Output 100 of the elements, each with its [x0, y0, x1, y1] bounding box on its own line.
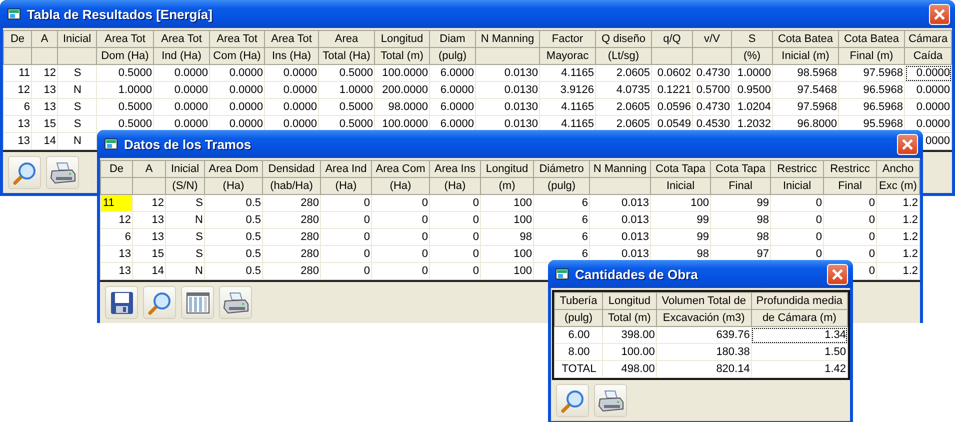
table-cell[interactable]: 14: [132, 262, 166, 280]
table-cell[interactable]: S: [166, 194, 204, 212]
table-cell[interactable]: 1.2: [876, 228, 920, 246]
table-cell[interactable]: 13: [100, 246, 132, 262]
table-cell[interactable]: 398.00: [602, 326, 656, 344]
table-cell[interactable]: 0.013: [590, 212, 650, 228]
table-cell[interactable]: 99: [650, 212, 710, 228]
table-cell[interactable]: 0: [824, 194, 876, 212]
table-cell[interactable]: 0.5000: [96, 64, 154, 82]
table-cell[interactable]: 0.0130: [476, 64, 540, 82]
table-cell[interactable]: 12: [4, 82, 32, 98]
table-cell[interactable]: 180.38: [656, 344, 752, 360]
table-cell[interactable]: 4.0735: [596, 82, 652, 98]
table-cell[interactable]: 0: [824, 212, 876, 228]
table-cell[interactable]: S: [58, 64, 96, 82]
table-cell[interactable]: 97.5468: [772, 82, 838, 98]
table-cell[interactable]: 2.0605: [596, 64, 652, 82]
toolbar-button[interactable]: [181, 286, 214, 319]
table-cell[interactable]: 3.9126: [540, 82, 596, 98]
table-cell[interactable]: 1.0204: [732, 98, 772, 116]
table-cell[interactable]: 0: [372, 246, 430, 262]
table-cell[interactable]: 4.1165: [540, 64, 596, 82]
table-cell[interactable]: 12: [132, 194, 166, 212]
table-cell[interactable]: 0.0000: [154, 64, 210, 82]
table-cell[interactable]: 2.0605: [596, 98, 652, 116]
table-cell[interactable]: 0.0000: [210, 98, 264, 116]
table-cell[interactable]: 1.2: [876, 246, 920, 262]
table-cell[interactable]: 280: [262, 262, 320, 280]
table-cell[interactable]: 0: [320, 262, 372, 280]
table-cell[interactable]: 1.34: [751, 326, 848, 344]
table-cell[interactable]: 1.2: [876, 212, 920, 228]
table-cell[interactable]: 15: [132, 246, 166, 262]
table-cell[interactable]: 100: [650, 194, 710, 212]
table-cell[interactable]: TOTAL: [554, 360, 602, 378]
table-cell[interactable]: 0.0000: [210, 82, 264, 98]
table-cell[interactable]: 0.0000: [154, 82, 210, 98]
table-cell[interactable]: 0: [824, 228, 876, 246]
table-cell[interactable]: 8.00: [554, 344, 602, 360]
table-cell[interactable]: 4.1165: [540, 98, 596, 116]
table-cell[interactable]: 100: [480, 212, 534, 228]
table-cell[interactable]: 0: [372, 262, 430, 280]
table-cell[interactable]: 0.9500: [732, 82, 772, 98]
table-cell[interactable]: 1.0000: [732, 64, 772, 82]
table-cell[interactable]: 0: [430, 262, 480, 280]
table-cell[interactable]: 12: [100, 212, 132, 228]
table-cell[interactable]: 0: [770, 194, 824, 212]
table-cell[interactable]: 0.013: [590, 194, 650, 212]
table-cell[interactable]: 280: [262, 228, 320, 246]
table-cell[interactable]: 100: [480, 194, 534, 212]
table-cell[interactable]: 639.76: [656, 326, 752, 344]
table-cell[interactable]: S: [58, 116, 96, 132]
table-cell[interactable]: 0.5: [204, 228, 262, 246]
toolbar-button[interactable]: [46, 156, 79, 189]
table-cell[interactable]: 0.0000: [904, 82, 952, 98]
table-cell[interactable]: 0.5000: [318, 98, 374, 116]
close-button[interactable]: [929, 4, 950, 24]
table-cell[interactable]: N: [166, 262, 204, 280]
table-cell[interactable]: 0.0000: [264, 98, 318, 116]
table-cell[interactable]: 11: [4, 64, 32, 82]
table-cell[interactable]: 0.013: [590, 228, 650, 246]
table-cell[interactable]: 6.0000: [430, 82, 476, 98]
table-cell[interactable]: 6: [100, 228, 132, 246]
table-cell[interactable]: 100.0000: [374, 64, 430, 82]
table-cell[interactable]: 0: [430, 246, 480, 262]
table-cell[interactable]: 1.50: [751, 344, 848, 360]
table-cell[interactable]: 0.0130: [476, 98, 540, 116]
close-button[interactable]: [827, 264, 848, 284]
table-cell[interactable]: 98: [710, 228, 770, 246]
table-cell[interactable]: N: [58, 132, 96, 150]
table-cell[interactable]: 98: [480, 228, 534, 246]
table-cell[interactable]: 0.4730: [692, 64, 732, 82]
table-cell[interactable]: 96.5968: [838, 98, 904, 116]
table-cell[interactable]: 6: [4, 98, 32, 116]
table-cell[interactable]: 6.0000: [430, 98, 476, 116]
table-cell[interactable]: 0.0000: [904, 64, 952, 82]
close-button[interactable]: [897, 134, 918, 154]
table-cell[interactable]: 1.0000: [318, 82, 374, 98]
table-cell[interactable]: 0: [372, 194, 430, 212]
table-cell[interactable]: 98.0000: [374, 98, 430, 116]
table-cell[interactable]: 13: [32, 98, 58, 116]
table-cell[interactable]: 6: [534, 194, 590, 212]
table-cell[interactable]: 1.0000: [96, 82, 154, 98]
table-cell[interactable]: 14: [32, 132, 58, 150]
table-cell[interactable]: 6.00: [554, 326, 602, 344]
toolbar-button[interactable]: [143, 286, 176, 319]
toolbar-button[interactable]: [105, 286, 138, 319]
table-cell[interactable]: 6: [534, 212, 590, 228]
table-cell[interactable]: 97.5968: [772, 98, 838, 116]
table-cell[interactable]: 100: [480, 246, 534, 262]
table-cell[interactable]: 0: [320, 194, 372, 212]
table-cell[interactable]: 12: [32, 64, 58, 82]
table-cell[interactable]: 1.42: [751, 360, 848, 378]
table-cell[interactable]: 0: [430, 194, 480, 212]
toolbar-button[interactable]: [8, 156, 41, 189]
table-cell[interactable]: 0.0000: [264, 64, 318, 82]
table-cell[interactable]: 6: [534, 228, 590, 246]
table-cell[interactable]: 0: [770, 212, 824, 228]
table-cell[interactable]: 13: [4, 132, 32, 150]
table-cell[interactable]: 13: [100, 262, 132, 280]
table-cell[interactable]: 280: [262, 194, 320, 212]
